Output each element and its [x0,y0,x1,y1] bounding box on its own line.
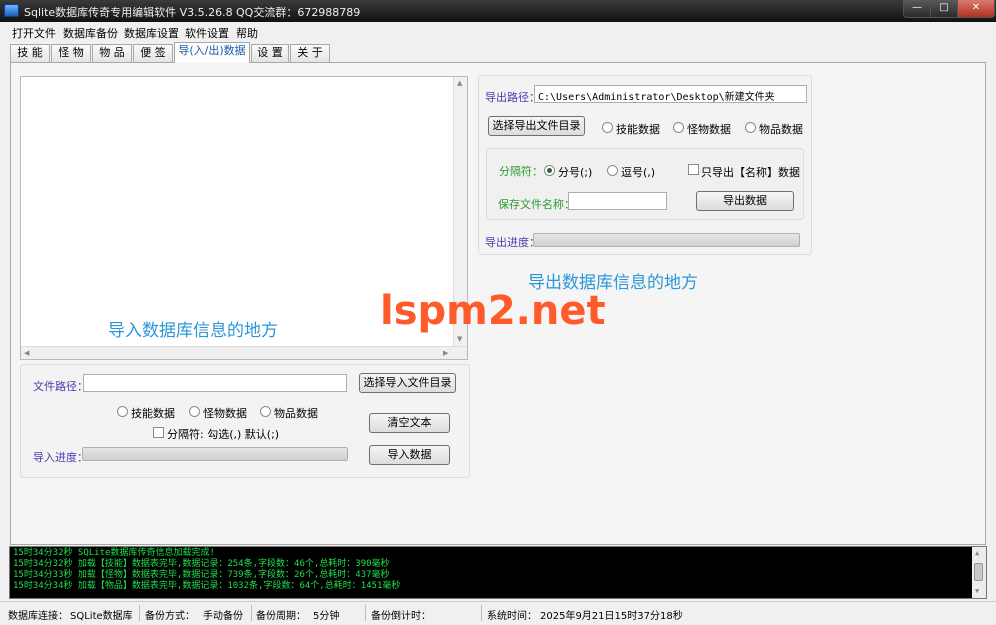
export-progress-bar [533,233,800,247]
menu-db-settings[interactable]: 数据库设置 [124,25,179,41]
export-radio-monster[interactable] [673,122,684,133]
tab-about[interactable]: 关 于 [290,44,330,62]
filename-label: 保存文件名称： [498,198,575,211]
import-data-button[interactable]: 导入数据 [369,445,450,465]
backup-mode-value: 手动备份 [203,611,243,622]
menu-bar: 打开文件 数据库备份 数据库设置 软件设置 帮助 [0,22,996,41]
tab-settings[interactable]: 设 置 [251,44,289,62]
export-path-input[interactable]: C:\Users\Administrator\Desktop\新建文件夹 [534,85,807,103]
log-line: 15时34分32秒 加载【技能】数据表完毕,数据记录：254条,字段数：46个,… [13,559,390,569]
import-path-label: 文件路径： [33,380,88,393]
close-button[interactable]: ✕ [957,0,995,18]
only-name-checkbox[interactable] [688,164,699,175]
import-progress-bar [82,447,348,461]
tab-items[interactable]: 物 品 [92,44,132,62]
export-progress-label: 导出进度： [485,236,540,249]
menu-software-settings[interactable]: 软件设置 [185,25,229,41]
menu-open-file[interactable]: 打开文件 [12,25,56,41]
status-bar: 数据库连接： SQLite数据库 备份方式： 手动备份 备份周期： 5分钟 备份… [0,601,996,625]
backup-period-value: 5分钟 [313,611,340,622]
log-scrollbar[interactable]: ▲ ▼ [972,547,986,598]
scroll-left-icon[interactable]: ◀ [24,349,29,357]
log-scroll-up-icon[interactable]: ▲ [975,549,979,557]
menu-db-backup[interactable]: 数据库备份 [63,25,118,41]
tab-import-export[interactable]: 导(入/出)数据 [174,42,250,63]
window-title: Sqlite数据库传奇专用编辑软件 V3.5.26.8 [24,6,233,19]
db-conn-label: 数据库连接： [8,611,68,622]
select-import-dir-button[interactable]: 选择导入文件目录 [359,373,456,393]
backup-period-label: 备份周期： [256,611,306,622]
qq-group-text: QQ交流群：672988789 [236,6,361,19]
scroll-up-icon[interactable]: ▲ [457,79,462,87]
filename-input[interactable] [568,192,667,210]
import-radio-skill[interactable] [117,406,128,417]
minimize-button[interactable]: — [903,0,931,18]
separator-checkbox-label: 分隔符: 勾选(,) 默认(;) [167,428,280,441]
export-radio-monster-label: 怪物数据 [687,123,731,136]
export-path-label: 导出路径： [485,91,540,104]
log-panel[interactable]: 15时34分32秒 SQLite数据库传奇信息加载完成! 15时34分32秒 加… [9,546,987,599]
log-line: 15时34分32秒 SQLite数据库传奇信息加载完成! [13,548,215,558]
horizontal-scrollbar[interactable]: ◀ ▶ [21,346,467,359]
tab-skills[interactable]: 技 能 [10,44,50,62]
clear-text-button[interactable]: 清空文本 [369,413,450,433]
export-radio-skill[interactable] [602,122,613,133]
app-icon [4,4,19,17]
sep-comma-label: 逗号(,) [621,166,656,179]
select-export-dir-button[interactable]: 选择导出文件目录 [488,116,585,136]
import-radio-skill-label: 技能数据 [131,407,175,420]
export-radio-item-label: 物品数据 [759,123,803,136]
import-radio-monster[interactable] [189,406,200,417]
status-separator [365,605,366,621]
export-separator-label: 分隔符： [499,165,543,178]
system-time-label: 系统时间： [487,611,537,622]
backup-mode-label: 备份方式： [145,611,195,622]
watermark-text: lspm2.net [380,288,606,334]
tab-monsters[interactable]: 怪 物 [51,44,91,62]
export-data-button[interactable]: 导出数据 [696,191,794,211]
sep-semicolon-radio[interactable] [544,165,555,176]
status-separator [139,605,140,621]
scroll-down-icon[interactable]: ▼ [457,335,462,343]
scroll-right-icon[interactable]: ▶ [443,349,448,357]
import-progress-label: 导入进度： [33,451,88,464]
sep-comma-radio[interactable] [607,165,618,176]
export-radio-item[interactable] [745,122,756,133]
import-radio-item[interactable] [260,406,271,417]
log-line: 15时34分33秒 加载【怪物】数据表完毕,数据记录：739条,字段数：26个,… [13,570,390,580]
tab-notes[interactable]: 便 签 [133,44,173,62]
export-radio-skill-label: 技能数据 [616,123,660,136]
import-radio-monster-label: 怪物数据 [203,407,247,420]
log-scroll-down-icon[interactable]: ▼ [975,587,979,595]
import-hint-text: 导入数据库信息的地方 [108,321,278,341]
db-conn-value: SQLite数据库 [70,611,133,622]
log-scroll-thumb[interactable] [974,563,983,581]
import-radio-item-label: 物品数据 [274,407,318,420]
separator-checkbox[interactable] [153,427,164,438]
status-separator [251,605,252,621]
system-time-value: 2025年9月21日15时37分18秒 [540,611,683,622]
status-separator [481,605,482,621]
maximize-button[interactable]: □ [930,0,958,18]
title-bar: Sqlite数据库传奇专用编辑软件 V3.5.26.8 QQ交流群：672988… [0,0,996,22]
sep-semicolon-label: 分号(;) [558,166,593,179]
log-line: 15时34分34秒 加载【物品】数据表完毕,数据记录：1032条,字段数：64个… [13,581,401,591]
backup-countdown-label: 备份倒计时： [371,611,431,622]
import-path-input[interactable] [83,374,347,392]
only-name-label: 只导出【名称】数据 [701,166,800,179]
menu-help[interactable]: 帮助 [236,25,258,41]
